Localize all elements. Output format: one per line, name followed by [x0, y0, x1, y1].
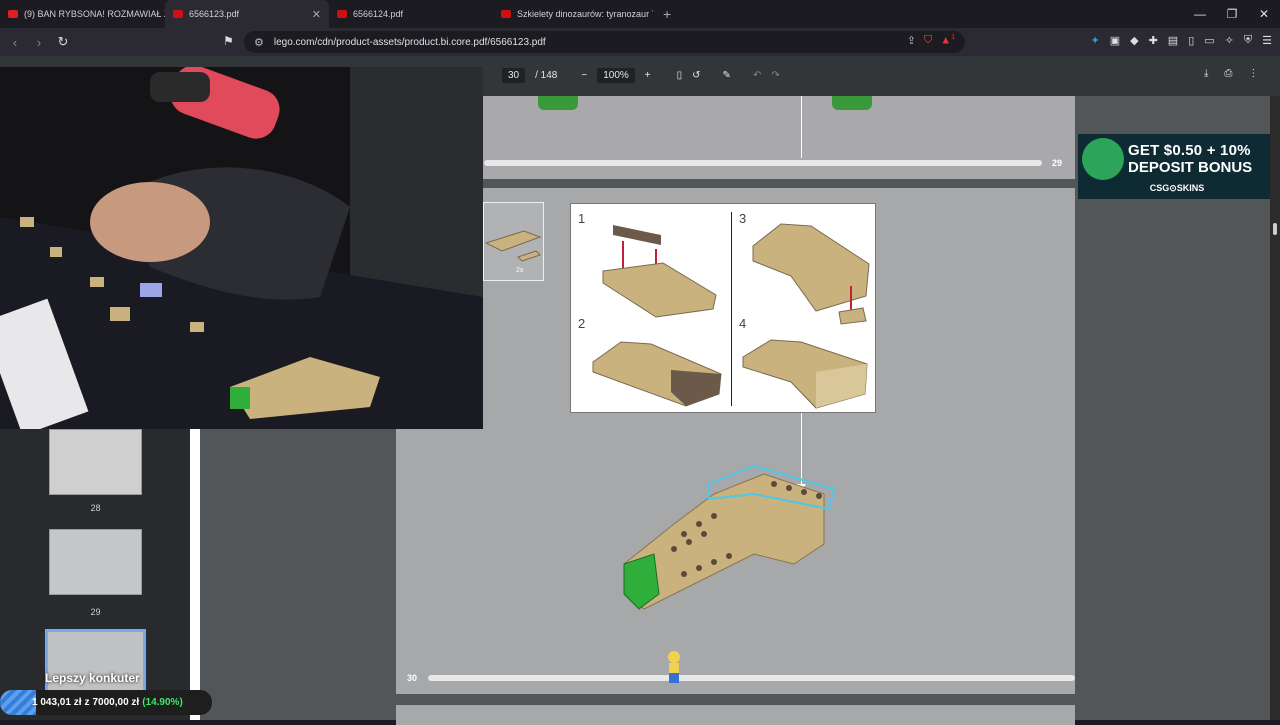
- share-icon[interactable]: ⇪: [907, 34, 916, 47]
- lego-icon: [337, 10, 347, 18]
- green-brick-fragment: [832, 96, 872, 110]
- goal-percent: (14.90%): [142, 697, 183, 708]
- reload-icon[interactable]: ↻: [54, 34, 72, 50]
- assembled-model-illustration: [623, 464, 836, 610]
- zoom-out-icon[interactable]: −: [581, 70, 587, 81]
- step-divider: [731, 212, 732, 406]
- address-bar[interactable]: ⚙ lego.com/cdn/product-assets/product.bi…: [244, 31, 965, 53]
- tab-label: Szkielety dinozaurów: tyranozaur 76: [517, 9, 653, 19]
- more-options-icon[interactable]: ⋮: [1248, 68, 1258, 79]
- step-1-illustration: [602, 225, 717, 318]
- thumbnail-page-30[interactable]: [45, 629, 146, 699]
- goal-current: 1 043,01 zł: [32, 697, 82, 708]
- thumbnail-label: 28: [90, 503, 101, 513]
- lego-icon: [173, 10, 183, 18]
- vertical-scrollbar[interactable]: [1270, 96, 1280, 720]
- youtube-icon: [8, 10, 18, 18]
- fit-page-icon[interactable]: ▯: [677, 70, 683, 81]
- webcam-overlay: [0, 67, 483, 429]
- url-text: lego.com/cdn/product-assets/product.bi.c…: [273, 36, 546, 48]
- tab-pdf-6566124[interactable]: 6566124.pdf: [329, 0, 493, 28]
- tab-pdf-6566123[interactable]: 6566123.pdf ✕: [165, 0, 329, 28]
- tab-youtube[interactable]: (9) BAN RYBSONA! ROZMAWIAŁ Z D: [0, 0, 165, 28]
- print-icon[interactable]: ⎙: [1224, 68, 1232, 79]
- pdf-page-31: [396, 705, 1075, 725]
- tab-label: 6566123.pdf: [189, 9, 240, 19]
- close-tab-icon[interactable]: ✕: [312, 8, 321, 21]
- new-tab-button[interactable]: +: [653, 6, 681, 22]
- page-number: 29: [1052, 158, 1063, 168]
- leo-icon[interactable]: ✧: [1225, 34, 1234, 47]
- extension-icon[interactable]: ✦: [1090, 34, 1099, 47]
- annotate-icon[interactable]: ✎: [723, 70, 731, 81]
- step-number: 1: [578, 211, 586, 226]
- progress-bar: [428, 675, 1075, 681]
- pdf-page-29: 29: [396, 96, 1075, 179]
- scrollbar-thumb[interactable]: [1273, 223, 1277, 235]
- site-info-icon[interactable]: ⚙: [254, 36, 264, 49]
- extension-icon[interactable]: ▤: [1168, 34, 1178, 47]
- page-number-input[interactable]: 30: [502, 68, 526, 83]
- tab-label: (9) BAN RYBSONA! ROZMAWIAŁ Z D: [24, 9, 165, 19]
- ad-banner[interactable]: GET $0.50 + 10% DEPOSIT BONUS CSG⊙SKINS: [1078, 134, 1276, 199]
- step-divider: [801, 96, 802, 158]
- extension-icon[interactable]: ◆: [1130, 34, 1138, 47]
- ad-brand: CSG⊙SKINS: [1149, 183, 1205, 193]
- extensions-area: ✦ ▣ ◆ ✚ ▤ ▯ ▭ ✧ ⛨ ☰: [1090, 34, 1272, 47]
- zoom-in-icon[interactable]: +: [645, 70, 651, 81]
- donation-goal: 1 043,01 zł z 7000,00 zł (14.90%): [0, 690, 212, 715]
- brave-shield-icon[interactable]: ⛉: [924, 34, 932, 47]
- progress-bar: [484, 160, 1042, 166]
- goal-target: 7000,00 zł: [92, 697, 140, 708]
- tab-dinosaur[interactable]: Szkielety dinozaurów: tyranozaur 76: [493, 0, 653, 28]
- page-controls: 30 / 148 − 100% + ▯ ↺ ✎ ↶ ↷: [502, 68, 780, 83]
- rotate-icon[interactable]: ↺: [692, 70, 700, 81]
- extension-icon[interactable]: ▣: [1110, 34, 1120, 47]
- parts-count: 2x: [516, 267, 524, 274]
- undo-icon[interactable]: ↶: [753, 70, 761, 81]
- zoom-input[interactable]: 100%: [597, 68, 635, 83]
- goal-sep: z: [84, 697, 90, 708]
- menu-icon[interactable]: ☰: [1262, 34, 1272, 47]
- thumbnail-page-29[interactable]: [49, 529, 142, 595]
- minifigure-icon: [664, 648, 684, 684]
- stream-title: Lepszy konkuter: [45, 671, 140, 685]
- bookmark-icon[interactable]: ⚑: [223, 34, 234, 48]
- parts-callout: 2x: [483, 202, 544, 281]
- lego-icon: [501, 10, 511, 18]
- page-total: / 148: [535, 70, 558, 81]
- window-controls: — ❐ ✕: [1184, 0, 1280, 28]
- minimize-icon[interactable]: —: [1184, 0, 1216, 28]
- puzzle-icon[interactable]: ✚: [1149, 34, 1158, 47]
- sidebar-icon[interactable]: ▯: [1188, 34, 1194, 47]
- ad-headline-2: DEPOSIT BONUS: [1128, 159, 1253, 176]
- thumbnail-label: 29: [90, 607, 101, 617]
- redo-icon[interactable]: ↷: [771, 70, 779, 81]
- green-brick-fragment: [538, 96, 578, 110]
- ad-headline: GET $0.50 + 10%: [1128, 142, 1251, 159]
- download-icon[interactable]: ⤓: [1204, 68, 1208, 79]
- vpn-icon[interactable]: ⛨: [1244, 34, 1252, 47]
- tab-strip: (9) BAN RYBSONA! ROZMAWIAŁ Z D 6566123.p…: [0, 0, 1280, 28]
- maximize-icon[interactable]: ❐: [1216, 0, 1248, 28]
- close-window-icon[interactable]: ✕: [1248, 0, 1280, 28]
- tab-label: 6566124.pdf: [353, 9, 404, 19]
- forward-icon[interactable]: ›: [30, 35, 48, 50]
- sub-steps-panel: 1 2 3 4: [570, 203, 876, 413]
- browser-toolbar: ‹ › ↻ ⚑ ⚙ lego.com/cdn/product-assets/pr…: [0, 28, 1280, 56]
- rewards-icon[interactable]: ▲1: [940, 34, 955, 47]
- step-number: 2: [578, 316, 586, 331]
- pdf-actions: ⤓ ⎙ ⋮: [1204, 68, 1258, 79]
- thumbnail-page-28[interactable]: [49, 429, 142, 495]
- step-number: 4: [739, 316, 747, 331]
- page-number: 30: [407, 673, 418, 683]
- back-icon[interactable]: ‹: [6, 35, 24, 50]
- rewards-badge: 1: [951, 34, 955, 41]
- step-number: 3: [739, 211, 747, 226]
- wallet-icon[interactable]: ▭: [1204, 34, 1214, 47]
- goal-progress-fill: [0, 690, 36, 715]
- mascot-icon: [1082, 138, 1124, 180]
